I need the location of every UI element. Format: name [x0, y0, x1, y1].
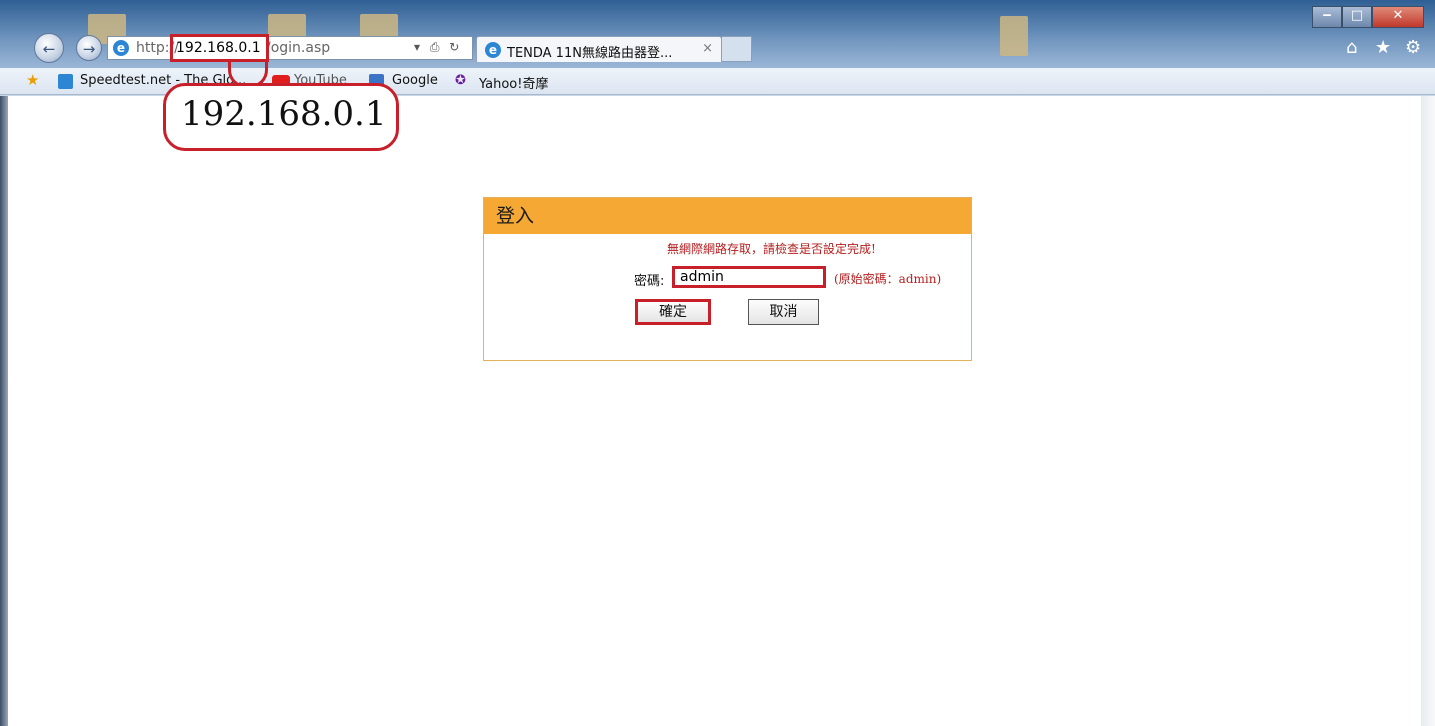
- tab-title: TENDA 11N無線路由器登...: [507, 46, 673, 61]
- password-input[interactable]: admin: [672, 266, 826, 288]
- close-window-icon[interactable]: ✕: [1372, 6, 1424, 28]
- password-label: 密碼:: [634, 274, 665, 289]
- favorite-google[interactable]: Google: [392, 73, 438, 88]
- address-bar[interactable]: e http:// 192.168.0.1 /ogin.asp ▾ ⎙ ↻: [107, 36, 473, 60]
- ie-page-icon: e: [113, 40, 129, 56]
- favorite-yahoo[interactable]: Yahoo!奇摩: [479, 73, 548, 92]
- url-path: /ogin.asp: [266, 40, 331, 56]
- no-internet-message: 無網際網路存取，請檢查是否設定完成!: [667, 242, 876, 256]
- ok-button[interactable]: 確定: [635, 299, 711, 325]
- ie-tab-icon: e: [485, 42, 501, 58]
- address-controls-icon[interactable]: ▾ ⎙ ↻: [414, 40, 462, 55]
- ip-callout-text: 192.168.0.1: [181, 94, 387, 134]
- page-content: [8, 96, 1420, 726]
- login-panel: 登入 無網際網路存取，請檢查是否設定完成! 密碼: admin (原始密碼：ad…: [483, 197, 972, 361]
- right-window-edge: [1421, 96, 1435, 726]
- cancel-button[interactable]: 取消: [748, 299, 819, 325]
- favorites-star-icon[interactable]: ★: [1375, 37, 1391, 58]
- minimize-icon[interactable]: ‒: [1312, 6, 1342, 28]
- new-tab-button[interactable]: [722, 36, 752, 62]
- favorites-star-icon[interactable]: ★: [26, 71, 39, 89]
- left-window-edge: [0, 96, 8, 726]
- maximize-icon[interactable]: □: [1342, 6, 1372, 28]
- settings-gear-icon[interactable]: ⚙: [1405, 37, 1421, 58]
- back-icon[interactable]: ←: [34, 33, 64, 63]
- ie-bookmark-icon: [58, 74, 73, 89]
- tab-close-icon[interactable]: ×: [702, 41, 713, 56]
- address-highlight-box: [170, 34, 269, 62]
- browser-tab[interactable]: e TENDA 11N無線路由器登... ×: [476, 36, 722, 62]
- forward-icon[interactable]: →: [76, 35, 102, 61]
- login-title: 登入: [484, 198, 971, 234]
- password-hint: (原始密碼：admin): [834, 272, 942, 286]
- home-icon[interactable]: ⌂: [1346, 37, 1357, 58]
- desktop-folder-icon: [1000, 16, 1028, 56]
- yahoo-icon: ✪: [455, 73, 466, 88]
- ip-callout: 192.168.0.1: [163, 83, 399, 151]
